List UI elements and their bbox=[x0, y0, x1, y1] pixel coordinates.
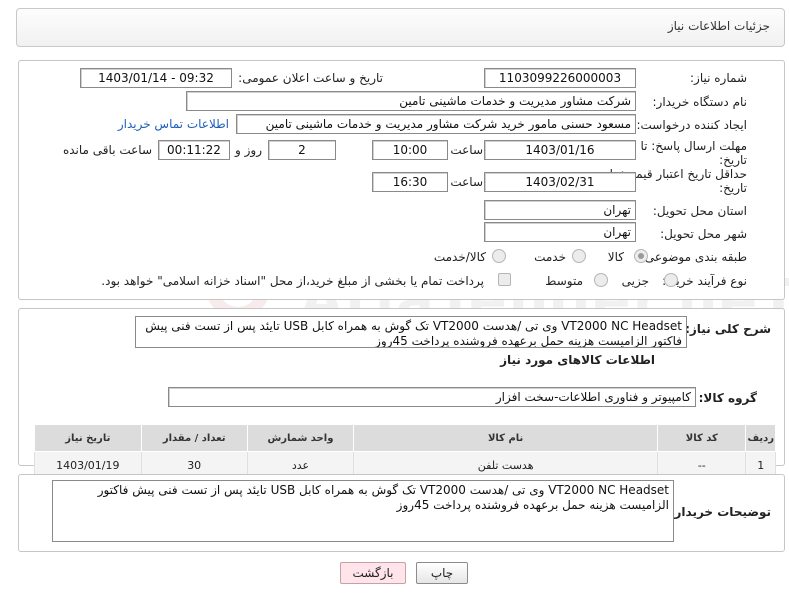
need-number-label: شماره نیاز: bbox=[690, 71, 747, 85]
process-option-minor: جزیی bbox=[621, 274, 649, 288]
city-field: تهران bbox=[484, 222, 636, 242]
deadline-date-field: 1403/01/16 bbox=[484, 140, 636, 160]
requester-field: مسعود حسنی مامور خرید شرکت مشاور مدیریت … bbox=[236, 114, 636, 134]
col-date: تاریخ نیاز bbox=[34, 424, 142, 452]
buyer-org-field: شرکت مشاور مدیریت و خدمات ماشینی تامین bbox=[186, 91, 636, 111]
deadline-time-field: 10:00 bbox=[372, 140, 448, 160]
category-radio-service[interactable] bbox=[572, 249, 586, 263]
treasury-checkbox[interactable] bbox=[498, 273, 511, 286]
process-radio-medium[interactable] bbox=[594, 273, 608, 287]
announce-label: تاریخ و ساعت اعلان عمومی: bbox=[238, 71, 383, 85]
process-radio-minor[interactable] bbox=[664, 273, 678, 287]
validity-time-field: 16:30 bbox=[372, 172, 448, 192]
buyer-notes-label: توضیحات خریدار: bbox=[669, 505, 771, 519]
goods-section-title: اطلاعات کالاهای مورد نیاز bbox=[500, 353, 655, 367]
category-radio-goods-service[interactable] bbox=[492, 249, 506, 263]
page-title: جزئیات اطلاعات نیاز bbox=[667, 19, 770, 33]
requester-label: ایجاد کننده درخواست: bbox=[636, 118, 747, 132]
province-label: استان محل تحویل: bbox=[652, 204, 747, 218]
col-code: کد کالا bbox=[657, 424, 747, 452]
category-option-service: خدمت bbox=[534, 250, 566, 264]
contact-buyer-link[interactable]: اطلاعات تماس خریدار bbox=[118, 117, 229, 131]
days-field: 2 bbox=[268, 140, 336, 160]
goods-group-label: گروه کالا: bbox=[698, 391, 757, 405]
city-label: شهر محل تحویل: bbox=[660, 227, 747, 241]
summary-textarea: VT2000 NC Headset وی تی /هدست VT2000 تک … bbox=[135, 316, 687, 348]
remaining-time-field: 00:11:22 bbox=[158, 140, 230, 160]
col-qty: تعداد / مقدار bbox=[140, 424, 248, 452]
need-number-field: 1103099226000003 bbox=[484, 68, 636, 88]
summary-label: شرح کلی نیاز: bbox=[685, 322, 771, 336]
buyer-notes-textarea: VT2000 NC Headset وی تی /هدست VT2000 تک … bbox=[52, 480, 674, 542]
province-field: تهران bbox=[484, 200, 636, 220]
items-table: ردیف کد کالا نام کالا واحد شمارش تعداد /… bbox=[34, 424, 776, 479]
validity-date-field: 1403/02/31 bbox=[484, 172, 636, 192]
goods-group-field: کامپیوتر و فناوری اطلاعات-سخت افزار bbox=[168, 387, 696, 407]
days-label: روز و bbox=[235, 143, 262, 157]
category-option-goods: کالا bbox=[607, 250, 624, 264]
payment-note: پرداخت تمام یا بخشی از مبلغ خرید،از محل … bbox=[101, 274, 484, 288]
deadline-label-date: تاریخ: bbox=[719, 153, 747, 167]
category-option-goods-service: کالا/خدمت bbox=[433, 250, 486, 264]
validity-time-label: ساعت bbox=[450, 175, 483, 189]
col-row: ردیف bbox=[745, 424, 776, 452]
table-header-row: ردیف کد کالا نام کالا واحد شمارش تعداد /… bbox=[34, 424, 776, 452]
header-bar: جزئیات اطلاعات نیاز bbox=[16, 8, 785, 47]
col-name: نام کالا bbox=[353, 424, 659, 452]
deadline-label: مهلت ارسال پاسخ: تا bbox=[640, 139, 747, 153]
validity-label-date: تاریخ: bbox=[719, 181, 747, 195]
buyer-org-label: نام دستگاه خریدار: bbox=[652, 95, 748, 109]
category-radio-goods[interactable] bbox=[634, 249, 648, 263]
process-option-medium: متوسط bbox=[545, 274, 583, 288]
category-label: طبقه بندی موضوعی: bbox=[640, 250, 747, 264]
print-button[interactable]: چاپ bbox=[416, 562, 468, 584]
deadline-time-label: ساعت bbox=[450, 143, 483, 157]
back-button[interactable]: بازگشت bbox=[340, 562, 406, 584]
announce-field: 1403/01/14 - 09:32 bbox=[80, 68, 232, 88]
remaining-label: ساعت باقی مانده bbox=[62, 143, 152, 157]
col-unit: واحد شمارش bbox=[246, 424, 355, 452]
